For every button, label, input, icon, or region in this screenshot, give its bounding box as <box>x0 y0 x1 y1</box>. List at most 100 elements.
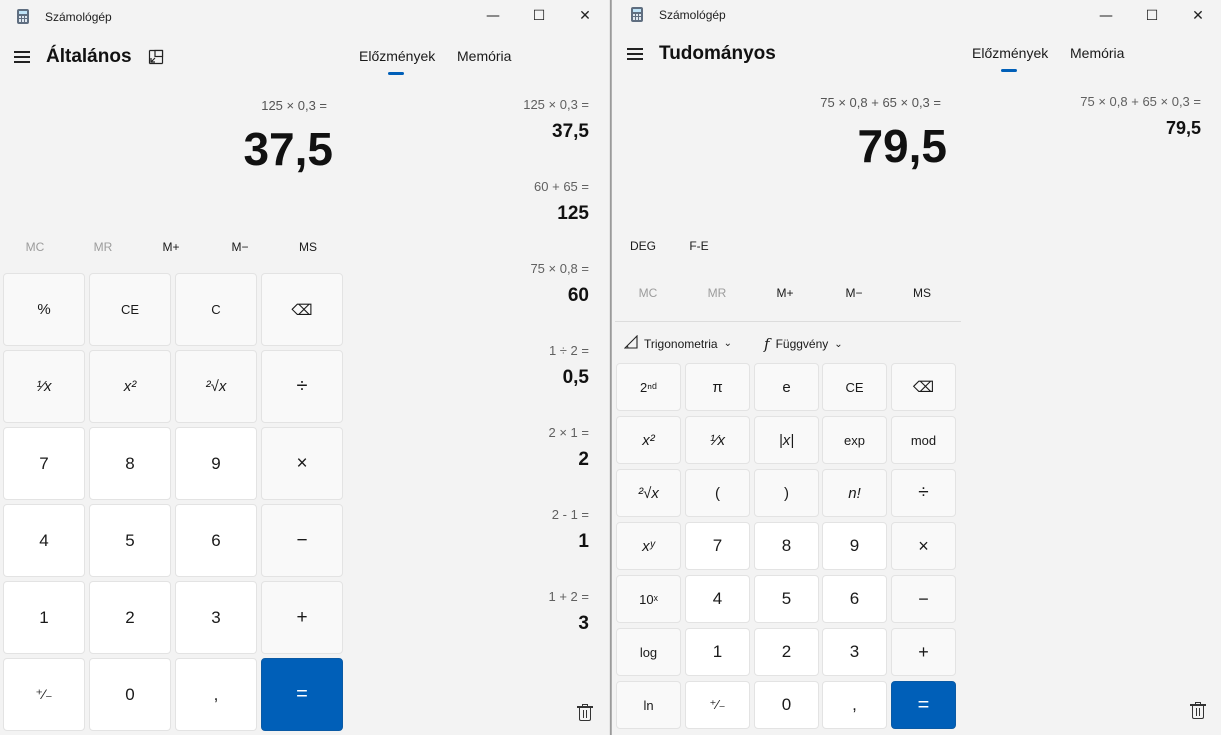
memory-clear-button[interactable]: MC <box>627 286 669 300</box>
ten-power-button[interactable]: 10ˣ <box>616 575 681 623</box>
history-result[interactable]: 1 <box>578 531 589 553</box>
factorial-button[interactable]: n! <box>822 469 887 517</box>
fe-button[interactable]: F-E <box>682 239 716 253</box>
clear-button[interactable]: C <box>175 273 257 346</box>
digit-5-button[interactable]: 5 <box>754 575 819 623</box>
memory-store-button[interactable]: MS <box>287 240 329 254</box>
digit-7-button[interactable]: 7 <box>3 427 85 500</box>
history-expression[interactable]: 1 + 2 = <box>549 589 589 604</box>
decimal-button[interactable]: , <box>822 681 887 729</box>
history-expression[interactable]: 1 ÷ 2 = <box>549 343 589 358</box>
digit-4-button[interactable]: 4 <box>3 504 85 577</box>
exp-button[interactable]: exp <box>822 416 887 464</box>
memory-subtract-button[interactable]: M− <box>833 286 875 300</box>
euler-button[interactable]: e <box>754 363 819 411</box>
subtract-button[interactable]: − <box>261 504 343 577</box>
close-icon[interactable]: ✕ <box>1175 0 1221 32</box>
multiply-button[interactable]: × <box>261 427 343 500</box>
maximize-icon[interactable]: ☐ <box>516 0 562 32</box>
digit-6-button[interactable]: 6 <box>822 575 887 623</box>
absolute-value-button[interactable]: |x| <box>754 416 819 464</box>
memory-subtract-button[interactable]: M− <box>219 240 261 254</box>
digit-0-button[interactable]: 0 <box>754 681 819 729</box>
memory-recall-button[interactable]: MR <box>696 286 738 300</box>
second-function-button[interactable]: 2ⁿᵈ <box>616 363 681 411</box>
backspace-icon[interactable]: ⌫ <box>261 273 343 346</box>
square-button[interactable]: x² <box>89 350 171 423</box>
clear-entry-button[interactable]: CE <box>89 273 171 346</box>
hamburger-icon[interactable] <box>627 48 643 60</box>
digit-8-button[interactable]: 8 <box>754 522 819 570</box>
memory-clear-button[interactable]: MC <box>14 240 56 254</box>
title-bar[interactable]: Számológép — ☐ ✕ <box>612 0 1221 32</box>
minimize-icon[interactable]: — <box>470 0 516 32</box>
reciprocal-button[interactable]: ¹⁄x <box>3 350 85 423</box>
square-root-button[interactable]: ²√x <box>175 350 257 423</box>
digit-4-button[interactable]: 4 <box>685 575 750 623</box>
digit-9-button[interactable]: 9 <box>822 522 887 570</box>
tab-memory[interactable]: Memória <box>457 48 511 64</box>
digit-9-button[interactable]: 9 <box>175 427 257 500</box>
minimize-icon[interactable]: — <box>1083 0 1129 32</box>
memory-add-button[interactable]: M+ <box>150 240 192 254</box>
tab-memory[interactable]: Memória <box>1070 45 1124 61</box>
percent-button[interactable]: % <box>3 273 85 346</box>
negate-button[interactable]: ⁺⁄₋ <box>3 658 85 731</box>
clear-entry-button[interactable]: CE <box>822 363 887 411</box>
backspace-icon[interactable]: ⌫ <box>891 363 956 411</box>
equals-button[interactable]: = <box>891 681 956 729</box>
history-result[interactable]: 0,5 <box>563 367 589 389</box>
history-expression[interactable]: 75 × 0,8 + 65 × 0,3 = <box>1080 94 1201 109</box>
ln-button[interactable]: ln <box>616 681 681 729</box>
memory-add-button[interactable]: M+ <box>764 286 806 300</box>
history-result[interactable]: 2 <box>578 449 589 471</box>
open-paren-button[interactable]: ( <box>685 469 750 517</box>
digit-1-button[interactable]: 1 <box>3 581 85 654</box>
trash-icon[interactable] <box>577 704 593 721</box>
digit-1-button[interactable]: 1 <box>685 628 750 676</box>
function-dropdown[interactable]: f Függvény ⌄ <box>764 335 843 353</box>
decimal-button[interactable]: , <box>175 658 257 731</box>
divide-button[interactable]: ÷ <box>891 469 956 517</box>
memory-recall-button[interactable]: MR <box>82 240 124 254</box>
digit-8-button[interactable]: 8 <box>89 427 171 500</box>
trigonometry-dropdown[interactable]: Trigonometria ⌄ <box>623 334 732 352</box>
log-button[interactable]: log <box>616 628 681 676</box>
memory-store-button[interactable]: MS <box>901 286 943 300</box>
maximize-icon[interactable]: ☐ <box>1129 0 1175 32</box>
square-button[interactable]: x² <box>616 416 681 464</box>
digit-3-button[interactable]: 3 <box>822 628 887 676</box>
keep-on-top-icon[interactable] <box>148 49 164 65</box>
add-button[interactable]: + <box>891 628 956 676</box>
history-result[interactable]: 60 <box>568 285 589 307</box>
tab-history[interactable]: Előzmények <box>359 48 435 64</box>
digit-5-button[interactable]: 5 <box>89 504 171 577</box>
history-result[interactable]: 125 <box>557 203 589 225</box>
digit-2-button[interactable]: 2 <box>89 581 171 654</box>
digit-3-button[interactable]: 3 <box>175 581 257 654</box>
digit-6-button[interactable]: 6 <box>175 504 257 577</box>
history-expression[interactable]: 2 - 1 = <box>552 507 589 522</box>
digit-2-button[interactable]: 2 <box>754 628 819 676</box>
multiply-button[interactable]: × <box>891 522 956 570</box>
equals-button[interactable]: = <box>261 658 343 731</box>
divide-button[interactable]: ÷ <box>261 350 343 423</box>
digit-0-button[interactable]: 0 <box>89 658 171 731</box>
pi-button[interactable]: π <box>685 363 750 411</box>
power-button[interactable]: xʸ <box>616 522 681 570</box>
add-button[interactable]: + <box>261 581 343 654</box>
history-result[interactable]: 79,5 <box>1166 118 1201 139</box>
digit-7-button[interactable]: 7 <box>685 522 750 570</box>
history-result[interactable]: 3 <box>578 613 589 635</box>
history-result[interactable]: 37,5 <box>552 121 589 143</box>
history-expression[interactable]: 125 × 0,3 = <box>523 97 589 112</box>
mod-button[interactable]: mod <box>891 416 956 464</box>
history-expression[interactable]: 2 × 1 = <box>549 425 589 440</box>
negate-button[interactable]: ⁺⁄₋ <box>685 681 750 729</box>
subtract-button[interactable]: − <box>891 575 956 623</box>
history-expression[interactable]: 75 × 0,8 = <box>530 261 589 276</box>
tab-history[interactable]: Előzmények <box>972 45 1048 61</box>
close-paren-button[interactable]: ) <box>754 469 819 517</box>
square-root-button[interactable]: ²√x <box>616 469 681 517</box>
angle-unit-button[interactable]: DEG <box>624 239 662 253</box>
